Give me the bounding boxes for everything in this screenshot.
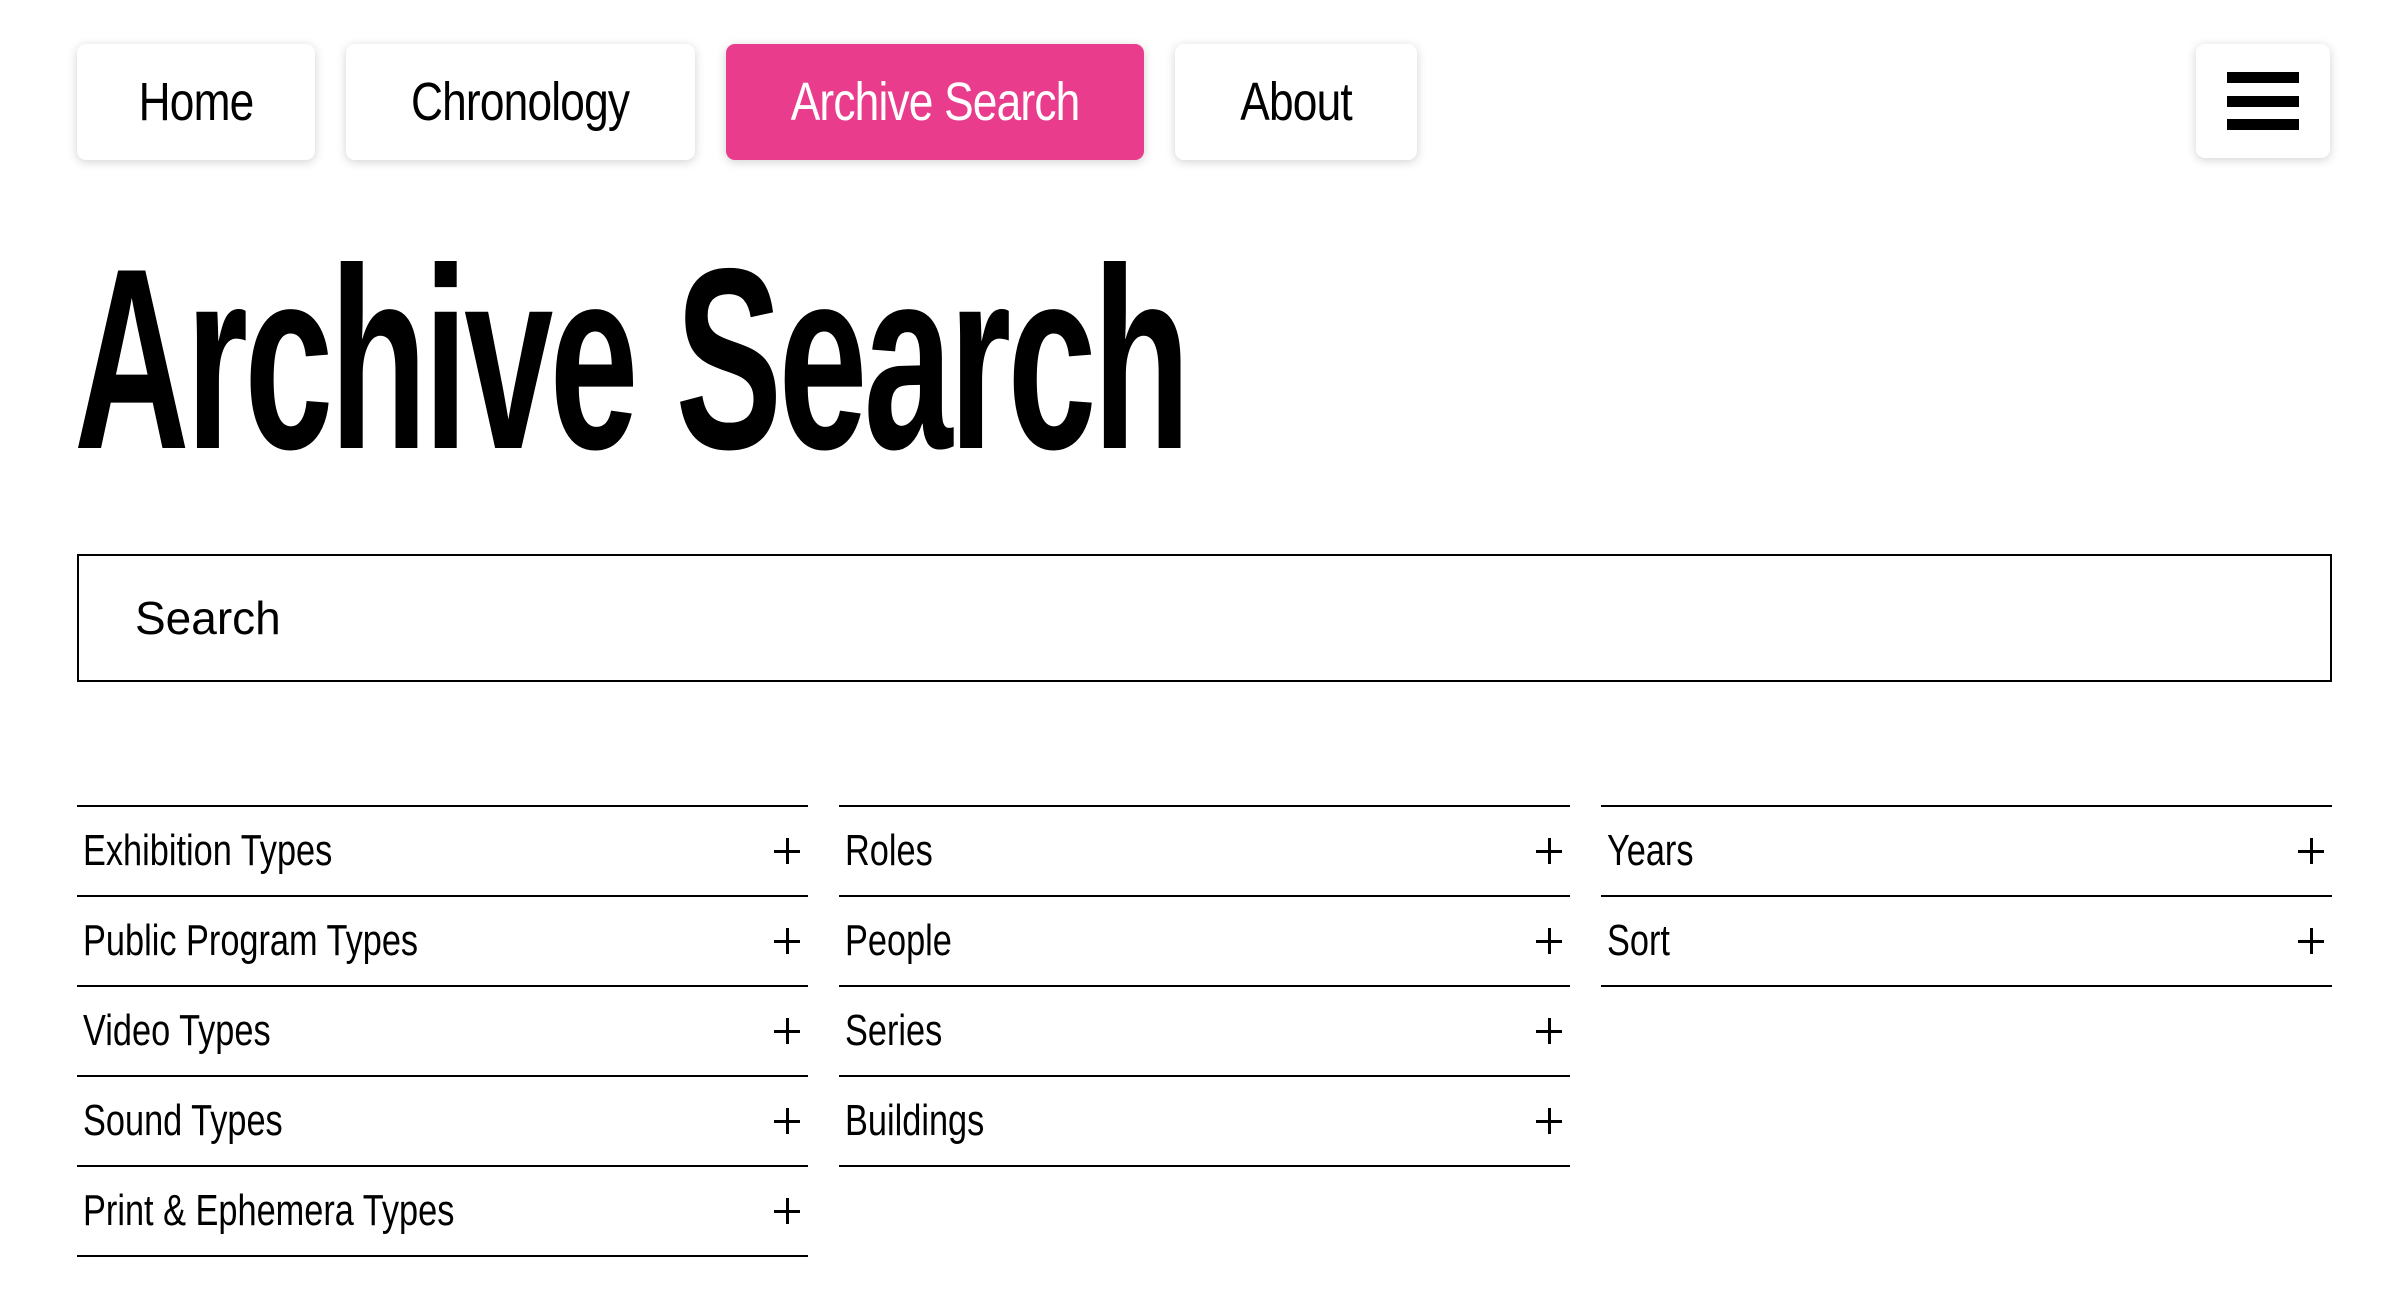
filter-label: Buildings [845,1096,985,1145]
filter-label: Video Types [83,1006,271,1055]
filter-label: Public Program Types [83,916,419,965]
filter-print-ephemera-types[interactable]: Print & Ephemera Types [77,1167,808,1257]
nav-archive-search-label: Archive Search [790,72,1081,132]
filter-people[interactable]: People [839,897,1570,987]
plus-icon [1536,1108,1562,1134]
plus-icon [774,1198,800,1224]
plus-icon [1536,928,1562,954]
nav-home-label: Home [138,72,255,132]
filter-label: Years [1607,826,1694,875]
filter-sort[interactable]: Sort [1601,897,2332,987]
plus-icon [774,1108,800,1134]
plus-icon [774,928,800,954]
search-box [77,554,2332,682]
plus-icon [2298,928,2324,954]
menu-button[interactable] [2196,44,2330,158]
filter-video-types[interactable]: Video Types [77,987,808,1077]
nav-archive-search-button[interactable]: Archive Search [726,44,1144,160]
filter-label: Sort [1607,916,1670,965]
nav-chronology-button[interactable]: Chronology [346,44,695,160]
filter-buildings[interactable]: Buildings [839,1077,1570,1167]
plus-icon [1536,1018,1562,1044]
plus-icon [774,1018,800,1044]
plus-icon [774,838,800,864]
filter-label: Sound Types [83,1096,283,1145]
filter-roles[interactable]: Roles [839,807,1570,897]
nav-home-button[interactable]: Home [77,44,315,160]
filter-public-program-types[interactable]: Public Program Types [77,897,808,987]
filter-column-3: Years Sort [1601,805,2332,1257]
filter-label: People [845,916,952,965]
filter-label: Print & Ephemera Types [83,1186,455,1235]
nav-about-button[interactable]: About [1175,44,1417,160]
hamburger-icon [2227,72,2299,130]
filter-label: Exhibition Types [83,826,333,875]
page-title: Archive Search [74,214,1190,503]
nav-chronology-label: Chronology [411,72,630,132]
filter-column-1: Exhibition Types Public Program Types Vi… [77,805,808,1257]
filter-label: Series [845,1006,943,1055]
filter-sound-types[interactable]: Sound Types [77,1077,808,1167]
filter-years[interactable]: Years [1601,807,2332,897]
nav-about-label: About [1240,72,1352,132]
filter-panel: Exhibition Types Public Program Types Vi… [77,805,2332,1257]
filter-exhibition-types[interactable]: Exhibition Types [77,807,808,897]
search-input[interactable] [79,556,2330,680]
filter-column-2: Roles People Series Buildings [839,805,1570,1257]
filter-series[interactable]: Series [839,987,1570,1077]
plus-icon [2298,838,2324,864]
plus-icon [1536,838,1562,864]
top-navigation: Home Chronology Archive Search About [77,44,1417,160]
filter-label: Roles [845,826,933,875]
